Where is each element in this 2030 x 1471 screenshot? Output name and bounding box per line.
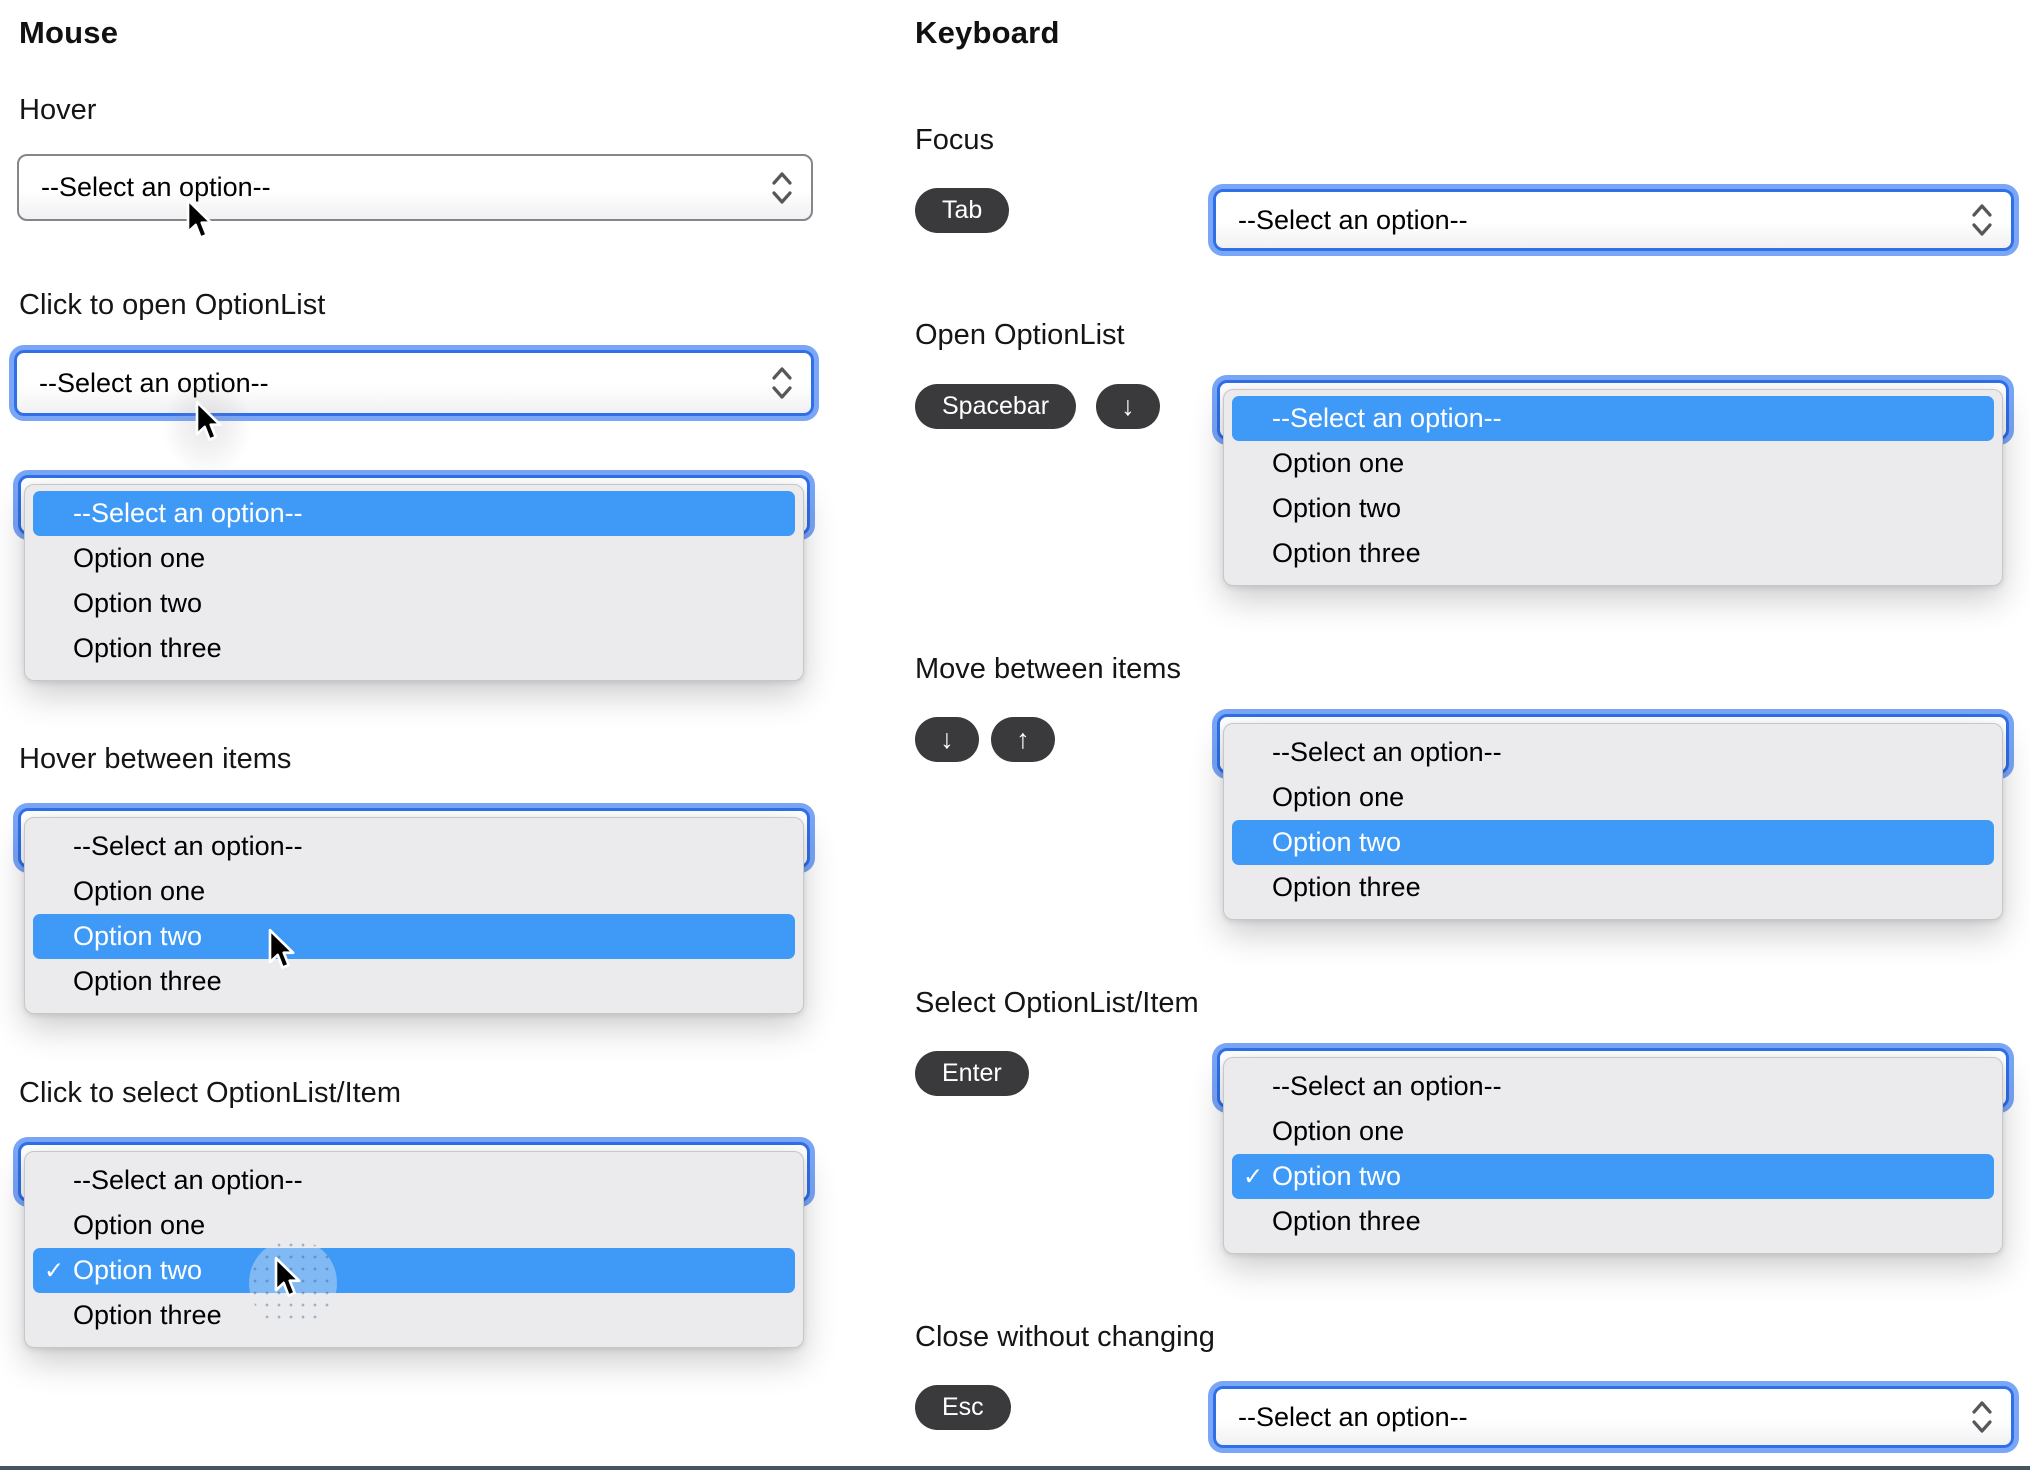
option-row-placeholder[interactable]: --Select an option--	[33, 491, 795, 536]
section-label-click-open: Click to open OptionList	[19, 289, 326, 321]
option-row-placeholder[interactable]: --Select an option--	[1232, 396, 1994, 441]
option-list-panel: --Select an option-- Option one Option t…	[1223, 723, 2003, 920]
option-row-placeholder[interactable]: --Select an option--	[1232, 1064, 1994, 1109]
section-label-click-select: Click to select OptionList/Item	[19, 1077, 401, 1109]
select-chevron-icon	[772, 367, 792, 399]
option-list-panel: --Select an option-- Option one Option t…	[24, 817, 804, 1014]
section-label-hover-items: Hover between items	[19, 743, 292, 775]
arrow-down-icon: ↓	[1121, 391, 1135, 421]
option-list-panel: --Select an option-- Option one ✓ Option…	[24, 1151, 804, 1348]
section-label-hover: Hover	[19, 94, 97, 126]
option-row-one[interactable]: Option one	[1232, 775, 1994, 820]
option-list-panel: --Select an option-- Option one Option t…	[1223, 389, 2003, 586]
select-value: --Select an option--	[1238, 204, 1468, 235]
select-chevron-icon	[772, 171, 792, 204]
option-list-panel: --Select an option-- Option one Option t…	[24, 484, 804, 681]
keyboard-column-title: Keyboard	[915, 15, 1060, 50]
cursor-arrow-icon	[186, 198, 213, 239]
option-row-one[interactable]: Option one	[33, 1203, 795, 1248]
option-row-placeholder[interactable]: --Select an option--	[1232, 730, 1994, 775]
select-focus[interactable]: --Select an option--	[1213, 189, 2014, 251]
key-badge-esc: Esc	[915, 1385, 1011, 1430]
key-badge-arrow-down: ↓	[1096, 384, 1160, 429]
option-row-one[interactable]: Option one	[33, 869, 795, 914]
option-row-two-selected[interactable]: ✓ Option two	[1232, 1154, 1994, 1199]
option-row-placeholder[interactable]: --Select an option--	[33, 1158, 795, 1203]
select-click-open[interactable]: --Select an option--	[14, 350, 814, 416]
option-row-three[interactable]: Option three	[1232, 865, 1994, 910]
cursor-arrow-icon	[195, 400, 222, 441]
option-row-three[interactable]: Option three	[1232, 1199, 1994, 1244]
select-value: --Select an option--	[1238, 1401, 1468, 1432]
option-row-two[interactable]: Option two	[33, 914, 795, 959]
select-close[interactable]: --Select an option--	[1213, 1386, 2014, 1448]
check-icon: ✓	[44, 1257, 65, 1284]
cursor-arrow-icon	[274, 1256, 301, 1297]
option-row-two-selected[interactable]: ✓ Option two	[33, 1248, 795, 1293]
section-label-open: Open OptionList	[915, 319, 1125, 351]
option-row-two[interactable]: Option two	[1232, 486, 1994, 531]
option-row-three[interactable]: Option three	[33, 626, 795, 671]
bottom-section-edge	[0, 1466, 2030, 1470]
cursor-arrow-icon	[268, 928, 295, 969]
option-row-placeholder[interactable]: --Select an option--	[33, 824, 795, 869]
arrow-up-icon: ↑	[1016, 724, 1030, 754]
section-label-close: Close without changing	[915, 1321, 1215, 1353]
section-label-move: Move between items	[915, 653, 1181, 685]
select-chevron-icon	[1972, 204, 1992, 236]
option-list-panel: --Select an option-- Option one ✓ Option…	[1223, 1057, 2003, 1254]
arrow-down-icon: ↓	[940, 724, 954, 754]
page: Mouse Hover --Select an option-- Click t…	[0, 0, 2030, 1471]
key-badge-tab: Tab	[915, 188, 1010, 233]
key-badge-arrow-up: ↑	[991, 717, 1055, 762]
select-value: --Select an option--	[41, 172, 271, 202]
option-row-three[interactable]: Option three	[33, 1293, 795, 1338]
check-icon: ✓	[1243, 1163, 1264, 1190]
option-row-three[interactable]: Option three	[33, 959, 795, 1004]
option-row-one[interactable]: Option one	[1232, 1109, 1994, 1154]
option-row-three[interactable]: Option three	[1232, 531, 1994, 576]
key-badge-arrow-down: ↓	[915, 717, 979, 762]
section-label-select: Select OptionList/Item	[915, 987, 1199, 1019]
key-badge-enter: Enter	[915, 1051, 1029, 1096]
select-chevron-icon	[1972, 1401, 1992, 1433]
option-row-one[interactable]: Option one	[33, 536, 795, 581]
option-row-two[interactable]: Option two	[1232, 820, 1994, 865]
select-hover[interactable]: --Select an option--	[17, 154, 813, 221]
key-badge-spacebar: Spacebar	[915, 384, 1077, 429]
section-label-focus: Focus	[915, 124, 994, 156]
option-row-one[interactable]: Option one	[1232, 441, 1994, 486]
mouse-column-title: Mouse	[19, 15, 119, 50]
option-row-two[interactable]: Option two	[33, 581, 795, 626]
